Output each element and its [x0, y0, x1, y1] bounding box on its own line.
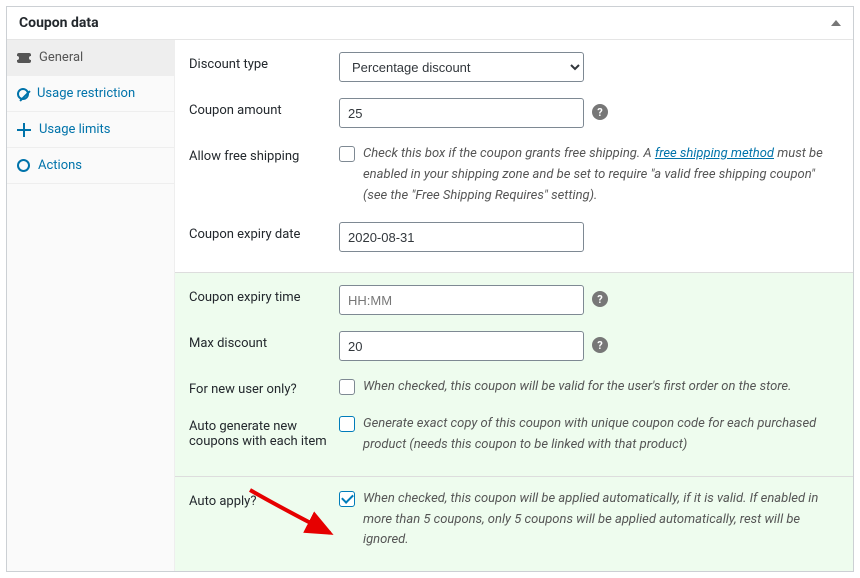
general-content: Discount type Percentage discount Coupon… — [175, 40, 853, 571]
tab-usage-restriction[interactable]: Usage restriction — [7, 76, 174, 112]
discount-type-label: Discount type — [189, 52, 339, 72]
max-discount-label: Max discount — [189, 331, 339, 351]
expiry-time-label: Coupon expiry time — [189, 285, 339, 305]
plus-icon — [17, 123, 31, 137]
free-shipping-checkbox[interactable] — [339, 146, 355, 162]
auto-generate-checkbox[interactable] — [339, 416, 355, 432]
free-shipping-link[interactable]: free shipping method — [655, 146, 774, 161]
expiry-date-input[interactable] — [339, 222, 584, 252]
help-icon[interactable]: ? — [592, 104, 608, 120]
help-icon[interactable]: ? — [592, 337, 608, 353]
free-shipping-label: Allow free shipping — [189, 144, 339, 164]
gear-icon — [17, 159, 30, 172]
auto-generate-label: Auto generate new coupons with each item — [189, 414, 339, 449]
tab-actions[interactable]: Actions — [7, 148, 174, 184]
tab-label: Usage restriction — [37, 86, 135, 101]
ticket-icon — [17, 53, 31, 63]
help-icon[interactable]: ? — [592, 291, 608, 307]
coupon-amount-label: Coupon amount — [189, 98, 339, 118]
ban-icon — [17, 88, 29, 100]
new-user-checkbox[interactable] — [339, 379, 355, 395]
expiry-time-input[interactable] — [339, 285, 584, 315]
discount-type-select[interactable]: Percentage discount — [339, 52, 584, 82]
tabs-nav: General Usage restriction Usage limits A… — [7, 40, 175, 571]
tab-usage-limits[interactable]: Usage limits — [7, 112, 174, 148]
max-discount-input[interactable] — [339, 331, 584, 361]
new-user-label: For new user only? — [189, 377, 339, 397]
tab-label: General — [39, 50, 83, 65]
tab-label: Usage limits — [39, 122, 110, 137]
tab-general[interactable]: General — [7, 40, 174, 76]
auto-generate-desc: Generate exact copy of this coupon with … — [363, 414, 839, 456]
tab-label: Actions — [38, 158, 82, 173]
collapse-caret-icon[interactable] — [831, 20, 841, 26]
panel-header[interactable]: Coupon data — [7, 7, 853, 40]
auto-apply-desc: When checked, this coupon will be applie… — [363, 489, 839, 551]
coupon-data-panel: Coupon data General Usage restriction Us… — [6, 6, 854, 572]
expiry-date-label: Coupon expiry date — [189, 222, 339, 242]
panel-title: Coupon data — [19, 15, 99, 31]
free-shipping-desc: Check this box if the coupon grants free… — [363, 144, 839, 206]
coupon-amount-input[interactable] — [339, 98, 584, 128]
auto-apply-label: Auto apply? — [189, 489, 339, 509]
auto-apply-checkbox[interactable] — [339, 491, 355, 507]
new-user-desc: When checked, this coupon will be valid … — [363, 377, 839, 398]
